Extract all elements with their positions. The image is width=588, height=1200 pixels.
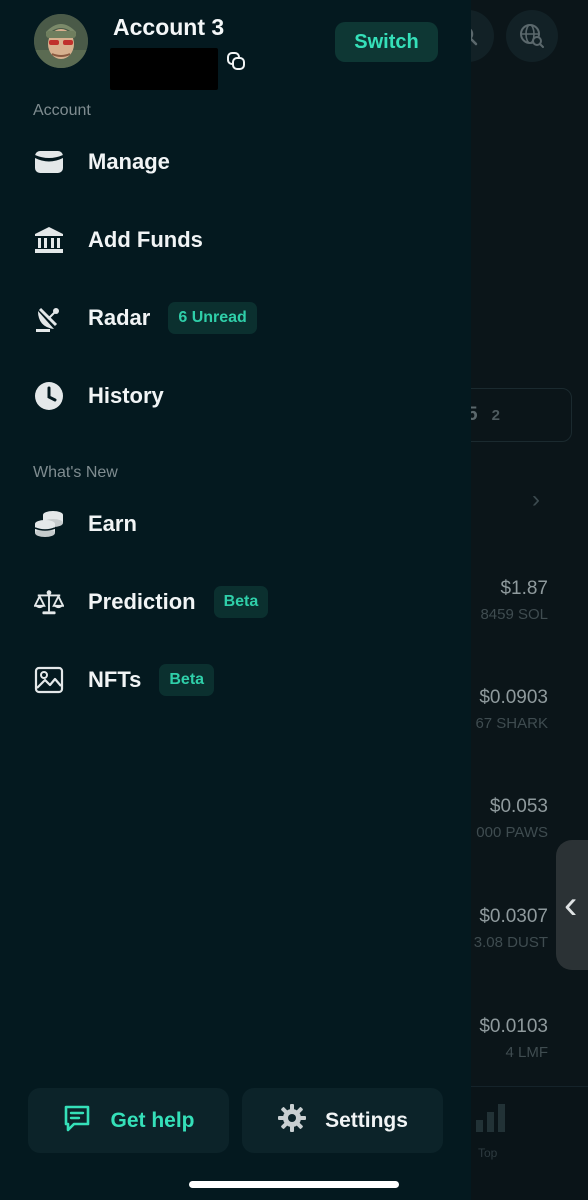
satellite-dish-icon <box>34 303 64 333</box>
token-row[interactable]: $0.0903 67 SHARK <box>475 687 548 732</box>
clock-icon <box>34 381 64 411</box>
token-amount: 4 LMF <box>505 1044 548 1061</box>
beta-badge: Beta <box>159 664 215 696</box>
menu-item-prediction[interactable]: Prediction Beta <box>0 570 471 634</box>
coins-icon <box>34 509 64 539</box>
token-amount: 3.08 DUST <box>473 934 548 951</box>
side-panel-handle[interactable]: ‹ <box>556 840 588 970</box>
trending-chart-icon[interactable] <box>474 1100 508 1139</box>
menu-item-label: NFTs <box>88 667 142 692</box>
token-amount: 67 SHARK <box>475 715 548 732</box>
menu-item-label: Radar <box>88 305 151 330</box>
scales-icon <box>34 587 64 617</box>
menu-item-history[interactable]: History <box>0 364 471 428</box>
menu-item-radar[interactable]: Radar 6 Unread <box>0 286 471 350</box>
menu-item-label: Prediction <box>88 589 196 614</box>
segment-small: 2 <box>491 406 500 424</box>
token-row[interactable]: $1.87 8459 SOL <box>480 578 548 623</box>
home-indicator <box>189 1181 399 1188</box>
bottom-tab-label: Top <box>478 1146 498 1160</box>
menu-item-earn[interactable]: Earn <box>0 492 471 556</box>
chevron-left-icon: ‹ <box>564 882 578 927</box>
menu-item-label: Manage <box>88 149 170 174</box>
account-address-redacted <box>110 48 218 90</box>
menu-item-label: Earn <box>88 511 137 536</box>
token-amount: 000 PAWS <box>476 824 548 841</box>
unread-badge: 6 Unread <box>168 302 257 334</box>
account-header: Account 3 Switch <box>0 0 471 90</box>
menu-item-add-funds[interactable]: Add Funds <box>0 208 471 272</box>
copy-icon[interactable] <box>225 50 247 72</box>
menu-item-label: Add Funds <box>88 227 203 252</box>
section-label-whats-new: What's New <box>33 464 118 481</box>
menu-item-manage[interactable]: Manage <box>0 130 471 194</box>
settings-label: Settings <box>325 1108 408 1132</box>
menu-item-label: History <box>88 383 164 408</box>
wallet-icon <box>34 147 64 177</box>
token-price: $1.87 <box>500 578 548 599</box>
avatar[interactable] <box>34 14 88 68</box>
get-help-label: Get help <box>110 1108 195 1132</box>
token-price: $0.0307 <box>479 906 548 927</box>
section-label-account: Account <box>33 102 91 119</box>
token-amount: 8459 SOL <box>480 606 548 623</box>
token-row[interactable]: $0.0307 3.08 DUST <box>474 906 548 951</box>
beta-badge: Beta <box>213 586 269 618</box>
account-name: Account 3 <box>113 14 225 40</box>
chevron-right-icon[interactable]: › <box>532 486 540 514</box>
globe-search-icon[interactable] <box>506 10 558 62</box>
gear-icon <box>277 1103 307 1138</box>
switch-account-button[interactable]: Switch <box>335 22 438 62</box>
token-row[interactable]: $0.0103 4 LMF <box>479 1016 548 1061</box>
token-price: $0.053 <box>489 796 548 817</box>
get-help-button[interactable]: Get help <box>28 1088 229 1153</box>
settings-button[interactable]: Settings <box>242 1088 443 1153</box>
token-price: $0.0103 <box>479 1016 548 1037</box>
bank-icon <box>34 225 64 255</box>
image-icon <box>34 665 64 695</box>
menu-item-nfts[interactable]: NFTs Beta <box>0 648 471 712</box>
side-drawer: Account 3 Switch Account Manage Add Fund… <box>0 0 471 1200</box>
chat-help-icon <box>62 1103 92 1138</box>
token-price: $0.0903 <box>479 687 548 708</box>
token-row[interactable]: $0.053 000 PAWS <box>476 796 548 841</box>
